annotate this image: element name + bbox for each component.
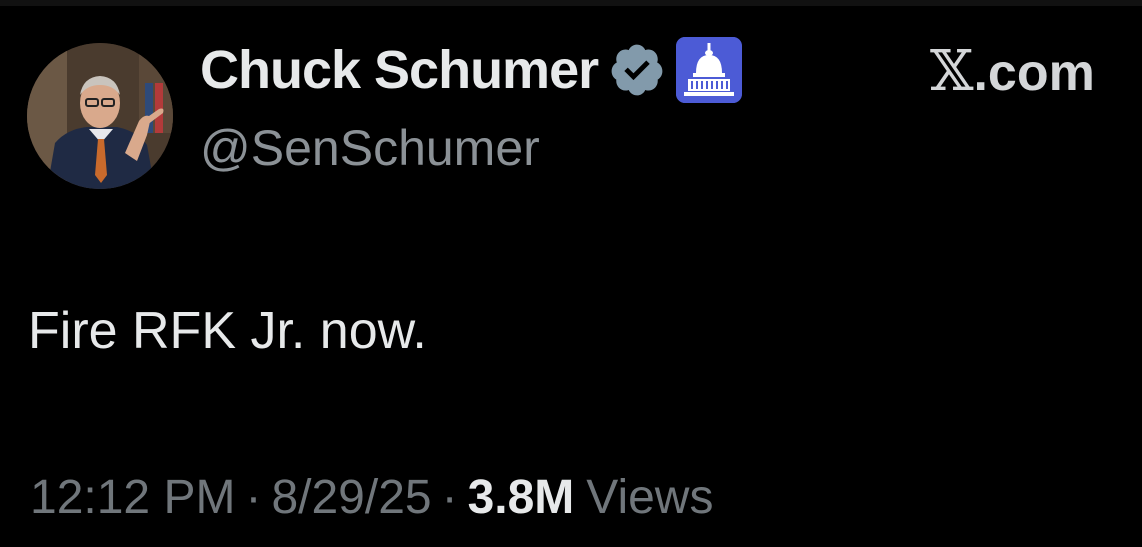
tweet-meta: 12:12 PM · 8/29/25 · 3.8M Views bbox=[30, 468, 713, 528]
avatar-photo-icon bbox=[27, 43, 173, 189]
tweet-time[interactable]: 12:12 PM bbox=[30, 468, 235, 528]
avatar[interactable] bbox=[27, 43, 173, 189]
top-edge-divider bbox=[0, 0, 1142, 6]
views-label: Views bbox=[586, 471, 714, 524]
verified-badge-icon[interactable] bbox=[608, 41, 666, 99]
x-logo-icon: 𝕏 bbox=[930, 39, 974, 104]
author-handle[interactable]: @SenSchumer bbox=[200, 118, 540, 178]
meta-separator: · bbox=[245, 471, 262, 524]
source-domain-label: .com bbox=[973, 44, 1095, 102]
views-count[interactable]: 3.8M bbox=[468, 468, 575, 528]
meta-separator: · bbox=[441, 471, 458, 524]
tweet-date[interactable]: 8/29/25 bbox=[271, 468, 431, 528]
source-watermark: 𝕏.com bbox=[930, 42, 1095, 103]
tweet-text: Fire RFK Jr. now. bbox=[28, 302, 427, 360]
author-display-name[interactable]: Chuck Schumer bbox=[200, 38, 599, 102]
author-name-row: Chuck Schumer bbox=[200, 37, 743, 103]
capitol-dome-icon[interactable] bbox=[676, 37, 743, 103]
